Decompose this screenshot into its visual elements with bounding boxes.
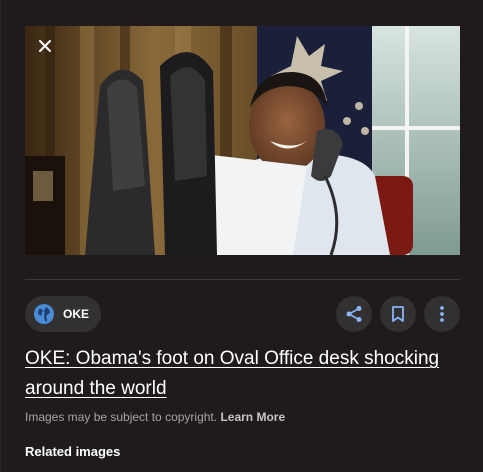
preview-image[interactable]: [25, 26, 460, 255]
image-preview-panel: OKE OKE: Obama's foot on Oval Office des…: [0, 0, 483, 472]
copyright-text: Images may be subject to copyright.: [25, 410, 218, 424]
copyright-notice: Images may be subject to copyright. Lear…: [25, 410, 285, 424]
divider: [25, 279, 460, 280]
photo-illustration: [25, 26, 460, 255]
learn-more-link[interactable]: Learn More: [220, 410, 285, 424]
share-button[interactable]: [336, 296, 372, 332]
bookmark-icon: [392, 306, 404, 322]
source-chip[interactable]: OKE: [25, 296, 102, 332]
more-options-button[interactable]: [424, 296, 460, 332]
more-vert-icon: [440, 306, 444, 322]
close-icon: [39, 40, 51, 52]
save-button[interactable]: [380, 296, 416, 332]
globe-icon: [33, 303, 55, 325]
source-name: OKE: [63, 307, 90, 321]
share-icon: [346, 306, 362, 322]
close-button[interactable]: [33, 34, 57, 58]
page-title-link[interactable]: OKE: Obama's foot on Oval Office desk sh…: [25, 344, 465, 404]
related-images-heading: Related images: [25, 444, 121, 459]
